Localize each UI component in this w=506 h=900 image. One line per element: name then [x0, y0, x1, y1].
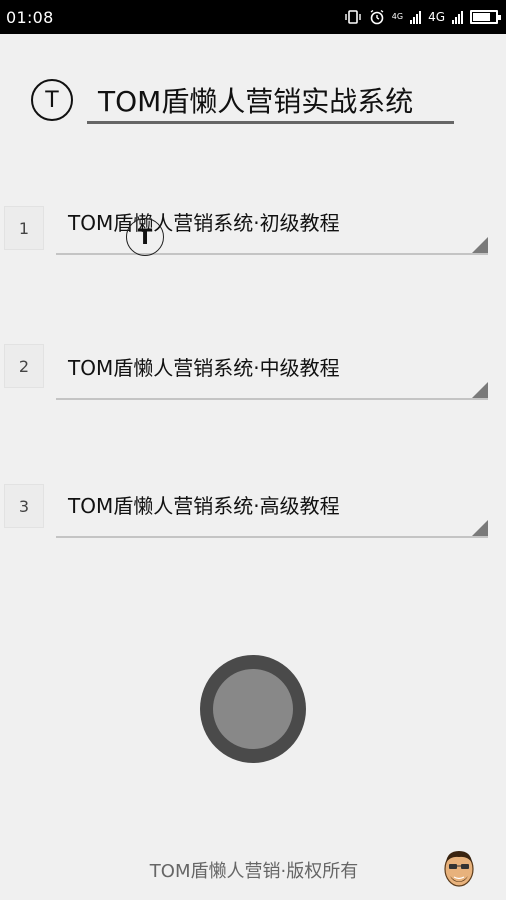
spinner-underline — [56, 536, 488, 538]
status-icons: 4G 4G — [344, 6, 501, 28]
course-spinner-2[interactable]: TOM盾懒人营销系统·中级教程 — [56, 350, 488, 400]
network-type-small: 4G — [391, 12, 404, 21]
dropdown-arrow-icon — [472, 382, 488, 398]
item-number-2: 2 — [4, 344, 44, 388]
logo-icon: T — [31, 79, 73, 121]
dropdown-arrow-icon — [472, 520, 488, 536]
network-type: 4G — [428, 10, 445, 24]
spinner-underline — [56, 398, 488, 400]
dropdown-arrow-icon — [472, 237, 488, 253]
battery-icon — [470, 10, 501, 24]
signal-icon-2 — [452, 10, 463, 24]
footer-copyright: TOM盾懒人营销·版权所有 — [0, 857, 506, 883]
copyright-text: TOM盾懒人营销·版权所有 — [149, 861, 359, 882]
course-spinner-3[interactable]: TOM盾懒人营销系统·高级教程 — [56, 488, 488, 538]
course-label-1: TOM盾懒人营销系统·初级教程 — [68, 211, 340, 235]
app-title: TOM盾懒人营销实战系统 — [98, 85, 414, 118]
floating-t-button[interactable]: T — [126, 218, 164, 256]
item-number-3: 3 — [4, 484, 44, 528]
round-action-button[interactable] — [200, 655, 306, 763]
alarm-icon — [370, 9, 384, 25]
signal-icon — [410, 10, 422, 24]
title-underline — [87, 121, 454, 124]
status-bar: 01:08 4G 4G — [0, 0, 506, 34]
course-label-2: TOM盾懒人营销系统·中级教程 — [68, 356, 340, 380]
spinner-underline — [56, 253, 488, 255]
round-button-inner — [213, 669, 293, 749]
item-number-1: 1 — [4, 206, 44, 250]
avatar-face-icon[interactable] — [441, 847, 477, 889]
course-label-3: TOM盾懒人营销系统·高级教程 — [68, 494, 340, 518]
vibrate-icon — [345, 10, 361, 24]
status-time: 01:08 — [6, 8, 54, 27]
course-spinner-1[interactable]: TOM盾懒人营销系统·初级教程 — [56, 205, 488, 255]
